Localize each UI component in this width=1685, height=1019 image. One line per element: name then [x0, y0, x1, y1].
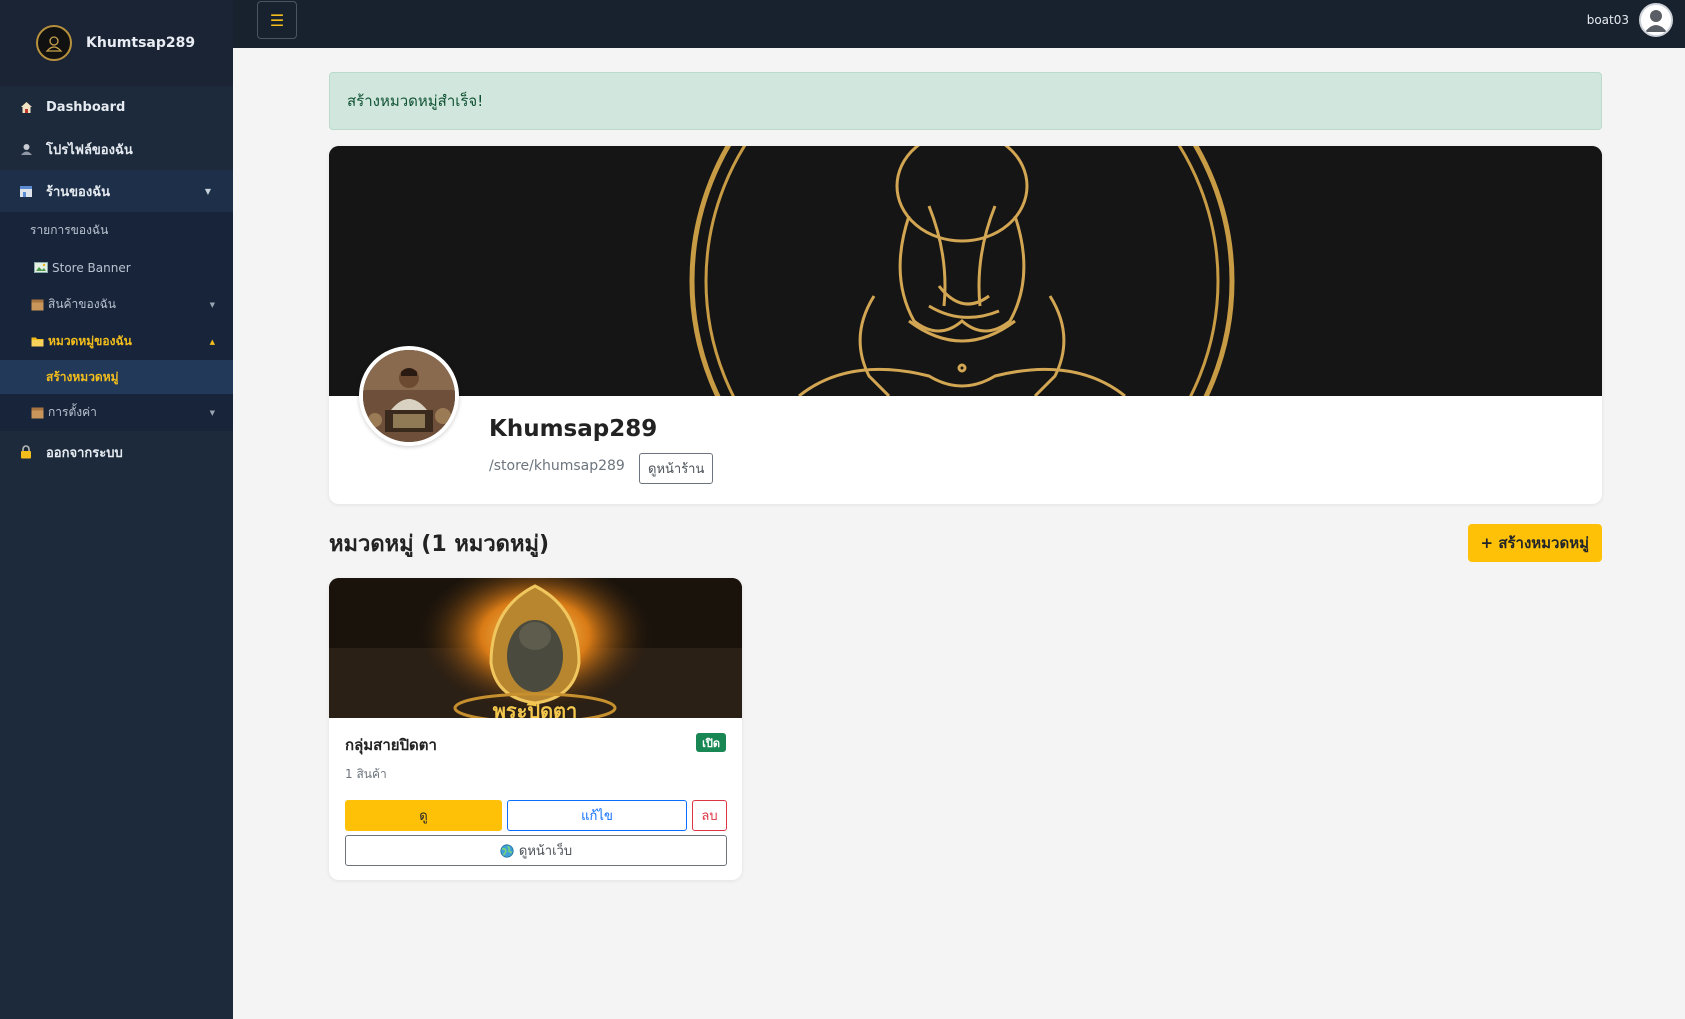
store-path: /store/khumsap289 — [489, 458, 625, 474]
sidebar-item-label: โปรไฟล์ของฉัน — [46, 142, 133, 158]
sidebar-item-profile[interactable]: โปรไฟล์ของฉัน — [0, 128, 233, 170]
categories-title: หมวดหมู่ (1 หมวดหมู่) — [329, 531, 550, 557]
sidebar-item-label: รายการของฉัน — [30, 223, 109, 237]
chevron-down-icon: ▼ — [204, 186, 211, 196]
sidebar-item-settings[interactable]: การตั้งค่า ▼ — [0, 394, 233, 431]
category-product-count: 1 สินค้า — [345, 767, 387, 781]
sidebar-item-label: Store Banner — [52, 260, 131, 275]
main-content: สร้างหมวดหมู่สำเร็จ! Khumsap289 /store/k… — [329, 72, 1602, 880]
store-banner-image — [329, 146, 1602, 396]
avatar[interactable] — [1639, 3, 1673, 37]
user-avatar-icon — [1641, 5, 1671, 35]
chevron-up-icon: ▲ — [209, 337, 215, 346]
store-profile-card: Khumsap289 /store/khumsap289 ดูหน้าร้าน — [329, 146, 1602, 504]
sidebar-toggle-button[interactable]: ☰ — [257, 1, 297, 39]
home-icon — [18, 99, 34, 115]
folder-icon — [30, 336, 44, 348]
brand-logo-icon — [36, 25, 72, 61]
category-image: พระปิดตา — [329, 578, 742, 718]
box-icon — [30, 407, 44, 419]
alert-message: สร้างหมวดหมู่สำเร็จ! — [347, 92, 484, 110]
image-icon — [34, 262, 48, 274]
success-alert: สร้างหมวดหมู่สำเร็จ! — [329, 72, 1602, 130]
store-icon — [18, 183, 34, 199]
sidebar-item-my-store[interactable]: ร้านของฉัน ▼ — [0, 170, 233, 212]
category-name: กลุ่มสายปิดตา — [345, 736, 437, 754]
sidebar-item-label: สร้างหมวดหมู่ — [46, 369, 119, 384]
sidebar-item-label: Dashboard — [46, 99, 126, 115]
store-avatar — [359, 346, 459, 446]
brand-name: Khumtsap289 — [86, 35, 196, 51]
category-card: พระปิดตา กลุ่มสายปิดตา เปิด 1 สินค้า ดู … — [329, 578, 742, 880]
sidebar-item-label: สินค้าของฉัน — [48, 297, 116, 311]
sidebar-item-create-category[interactable]: สร้างหมวดหมู่ — [0, 360, 233, 394]
sidebar-item-label: ร้านของฉัน — [46, 184, 110, 200]
store-submenu: รายการของฉัน Store Banner สินค้าของฉัน ▼ — [0, 212, 233, 431]
view-store-button[interactable]: ดูหน้าร้าน — [639, 453, 714, 484]
status-badge: เปิด — [696, 733, 726, 752]
topbar: ☰ boat03 — [233, 0, 1685, 48]
store-name: Khumsap289 — [489, 416, 658, 442]
user-menu[interactable]: boat03 — [1587, 3, 1673, 37]
category-actions: ดู แก้ไข ลบ — [345, 800, 727, 831]
sidebar-item-label: หมวดหมู่ของฉัน — [48, 334, 132, 348]
sidebar-item-my-categories[interactable]: หมวดหมู่ของฉัน ▲ — [0, 323, 233, 360]
categories-header: หมวดหมู่ (1 หมวดหมู่) + สร้างหมวดหมู่ — [329, 524, 1602, 562]
sidebar-item-label: การตั้งค่า — [48, 405, 97, 419]
brand[interactable]: Khumtsap289 — [0, 0, 233, 86]
view-webpage-button[interactable]: ดูหน้าเว็บ — [345, 835, 727, 866]
sidebar-item-label: ออกจากระบบ — [46, 445, 123, 461]
sidebar-item-logout[interactable]: ออกจากระบบ — [0, 431, 233, 473]
sidebar-item-my-items[interactable]: รายการของฉัน — [0, 212, 233, 249]
sidebar-item-dashboard[interactable]: Dashboard — [0, 86, 233, 128]
edit-category-button[interactable]: แก้ไข — [507, 800, 687, 831]
username: boat03 — [1586, 13, 1629, 27]
create-category-button[interactable]: + สร้างหมวดหมู่ — [1467, 524, 1602, 562]
box-icon — [30, 299, 44, 311]
delete-category-button[interactable]: ลบ — [692, 800, 727, 831]
category-image-caption: พระปิดตา — [493, 699, 578, 718]
sidebar-item-my-products[interactable]: สินค้าของฉัน ▼ — [0, 286, 233, 323]
chevron-down-icon: ▼ — [209, 300, 215, 309]
menu-icon: ☰ — [269, 10, 285, 30]
view-webpage-label: ดูหน้าเว็บ — [518, 844, 573, 859]
user-icon — [18, 141, 34, 157]
sidebar: Khumtsap289 Dashboard โปรไฟล์ของฉัน ร้าน… — [0, 0, 233, 1019]
sidebar-item-store-banner[interactable]: Store Banner — [0, 249, 233, 286]
sidebar-nav: Dashboard โปรไฟล์ของฉัน ร้านของฉัน ▼ ราย… — [0, 86, 233, 473]
chevron-down-icon: ▼ — [209, 408, 215, 417]
lock-icon — [18, 444, 34, 460]
globe-icon — [500, 843, 514, 858]
view-category-button[interactable]: ดู — [345, 800, 502, 831]
